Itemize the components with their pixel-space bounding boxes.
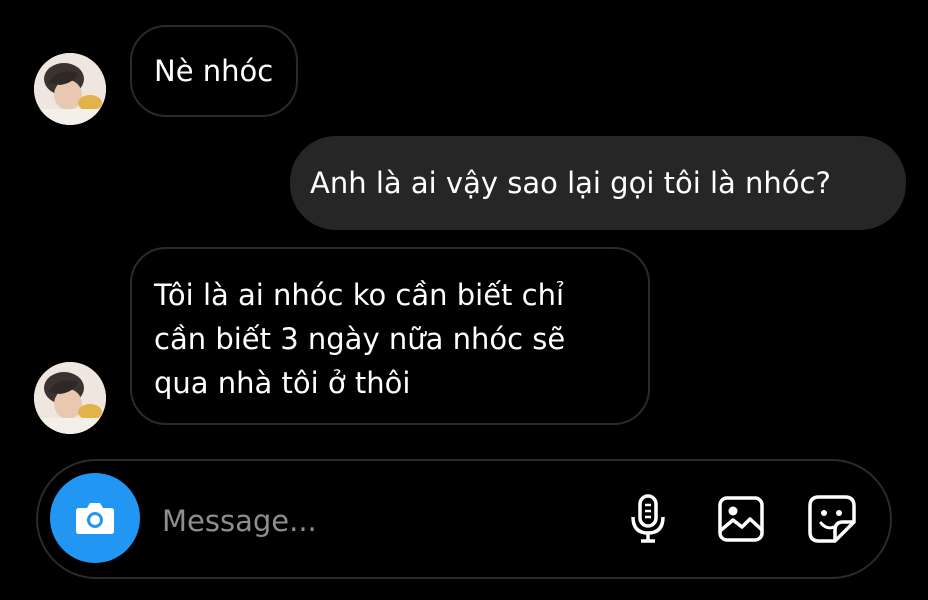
incoming-message[interactable]: Tôi là ai nhóc ko cần biết chỉ cần biết … bbox=[130, 247, 650, 425]
camera-icon bbox=[76, 503, 114, 534]
microphone-icon bbox=[631, 494, 665, 543]
sender-avatar[interactable] bbox=[34, 53, 106, 125]
voice-message-button[interactable] bbox=[620, 491, 676, 547]
message-line: qua nhà tôi ở thôi bbox=[154, 366, 411, 400]
message-composer bbox=[36, 459, 892, 579]
profile-photo bbox=[34, 362, 106, 434]
message-input[interactable] bbox=[162, 497, 592, 545]
sticker-icon bbox=[808, 495, 856, 543]
profile-photo bbox=[34, 53, 106, 125]
image-icon bbox=[718, 496, 764, 542]
sticker-button[interactable] bbox=[804, 491, 860, 547]
camera-button[interactable] bbox=[50, 473, 140, 563]
incoming-message[interactable]: Nè nhóc bbox=[130, 25, 298, 117]
gallery-button[interactable] bbox=[713, 491, 769, 547]
message-line: cần biết 3 ngày nữa nhóc sẽ bbox=[154, 322, 566, 356]
message-text: Nè nhóc bbox=[154, 54, 274, 88]
outgoing-message[interactable]: Anh là ai vậy sao lại gọi tôi là nhóc? bbox=[290, 136, 906, 230]
message-text: Anh là ai vậy sao lại gọi tôi là nhóc? bbox=[310, 166, 831, 200]
message-line: Tôi là ai nhóc ko cần biết chỉ bbox=[154, 278, 565, 312]
sender-avatar[interactable] bbox=[34, 362, 106, 434]
